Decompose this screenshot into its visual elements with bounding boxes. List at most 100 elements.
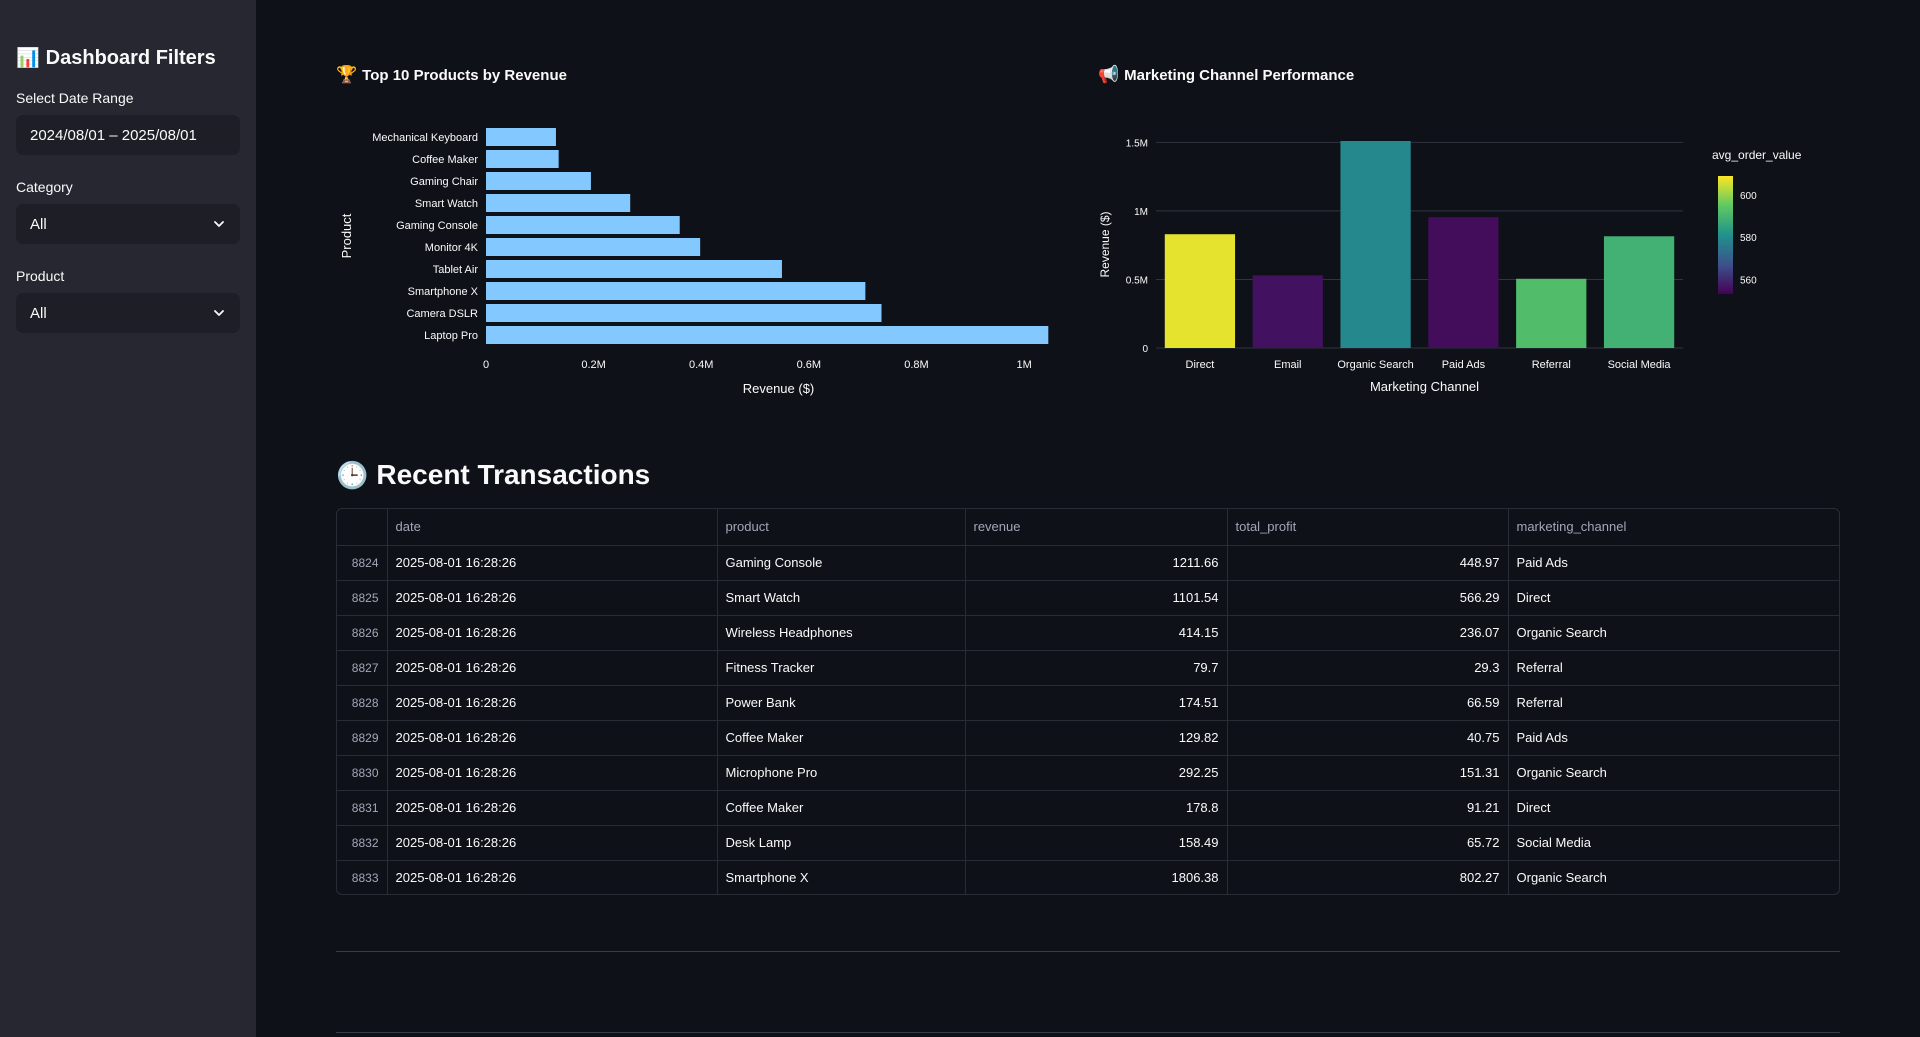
marketing-channel-cell[interactable]: Paid Ads [1508,720,1839,756]
revenue-cell[interactable]: 79.7 [965,650,1228,686]
bar-mechanical-keyboard [486,128,556,146]
trophy-icon: 🏆 [336,65,358,84]
table-row[interactable]: 8824 2025-08-01 16:28:26 Gaming Console 121… [337,545,1839,581]
revenue-cell[interactable]: 129.82 [965,720,1228,756]
revenue-cell[interactable]: 174.51 [965,685,1228,721]
x-tick-label: Paid Ads [1442,359,1486,371]
column-header-total-profit[interactable]: total_profit [1227,509,1509,546]
table-row[interactable]: 8829 2025-08-01 16:28:26 Coffee Maker 129.8… [337,720,1839,756]
bar-monitor-4k [486,238,701,256]
sidebar-title-text: Dashboard Filters [45,46,216,69]
total-profit-cell[interactable]: 448.97 [1227,545,1509,581]
date-cell[interactable]: 2025-08-01 16:28:26 [387,615,718,651]
row-index[interactable]: 8824 [337,545,388,581]
table-row[interactable]: 8827 2025-08-01 16:28:26 Fitness Tracker 79… [337,650,1839,686]
marketing-channel-cell[interactable]: Direct [1508,580,1839,616]
marketing-chart[interactable]: 0 0.5M 1M 1.5M Direct Email Organic Search Paid… [1098,96,1858,416]
product-cell[interactable]: Power Bank [717,685,966,721]
date-cell[interactable]: 2025-08-01 16:28:26 [387,650,718,686]
revenue-cell[interactable]: 292.25 [965,755,1228,791]
marketing-channel-cell[interactable]: Paid Ads [1508,545,1839,581]
y-tick-label: Coffee Maker [412,154,478,166]
date-range-input[interactable]: 2024/08/01 – 2025/08/01 [16,115,240,155]
marketing-chart-block: 📢 Marketing Channel Performance 0 0.5M 1M 1… [1098,54,1858,421]
marketing-channel-cell[interactable]: Referral [1508,685,1839,721]
column-header-product[interactable]: product [717,509,966,546]
row-index[interactable]: 8828 [337,685,388,721]
table-row[interactable]: 8833 2025-08-01 16:28:26 Smartphone X 1806.… [337,860,1839,894]
table-row[interactable]: 8826 2025-08-01 16:28:26 Wireless Headphon… [337,615,1839,651]
marketing-channel-cell[interactable]: Referral [1508,650,1839,686]
date-cell[interactable]: 2025-08-01 16:28:26 [387,790,718,826]
table-row[interactable]: 8832 2025-08-01 16:28:26 Desk Lamp 158.49 65… [337,825,1839,861]
recent-transactions-title-text: Recent Transactions [376,459,651,490]
total-profit-cell[interactable]: 151.31 [1227,755,1509,791]
row-index[interactable]: 8831 [337,790,388,826]
top-products-title-text: Top 10 Products by Revenue [362,66,567,84]
table-row[interactable]: 8830 2025-08-01 16:28:26 Microphone Pro 292… [337,755,1839,791]
total-profit-cell[interactable]: 66.59 [1227,685,1509,721]
y-tick-label: Smartphone X [408,286,479,298]
product-cell[interactable]: Smartphone X [717,860,966,894]
x-axis-label: Marketing Channel [1370,379,1479,394]
bar-tablet-air [486,260,782,278]
total-profit-cell[interactable]: 91.21 [1227,790,1509,826]
revenue-cell[interactable]: 414.15 [965,615,1228,651]
table-row[interactable]: 8828 2025-08-01 16:28:26 Power Bank 174.51 6… [337,685,1839,721]
total-profit-cell[interactable]: 40.75 [1227,720,1509,756]
colorbar-title: avg_order_value [1712,148,1802,162]
row-index[interactable]: 8829 [337,720,388,756]
column-header-revenue[interactable]: revenue [965,509,1228,546]
product-cell[interactable]: Microphone Pro [717,755,966,791]
product-cell[interactable]: Desk Lamp [717,825,966,861]
marketing-channel-cell[interactable]: Social Media [1508,825,1839,861]
date-cell[interactable]: 2025-08-01 16:28:26 [387,860,718,894]
product-select[interactable]: All [16,293,240,333]
row-index[interactable]: 8825 [337,580,388,616]
revenue-cell[interactable]: 1211.66 [965,545,1228,581]
category-select[interactable]: All [16,204,240,244]
product-cell[interactable]: Wireless Headphones [717,615,966,651]
date-cell[interactable]: 2025-08-01 16:28:26 [387,755,718,791]
table-row[interactable]: 8831 2025-08-01 16:28:26 Coffee Maker 178.8… [337,790,1839,826]
revenue-cell[interactable]: 1806.38 [965,860,1228,894]
column-header-marketing-channel[interactable]: marketing_channel [1508,509,1839,546]
column-header-date[interactable]: date [387,509,718,546]
total-profit-cell[interactable]: 65.72 [1227,825,1509,861]
x-tick-label: Social Media [1608,359,1672,371]
product-cell[interactable]: Gaming Console [717,545,966,581]
row-index[interactable]: 8832 [337,825,388,861]
date-cell[interactable]: 2025-08-01 16:28:26 [387,685,718,721]
bar-smartphone-x [486,282,866,300]
date-cell[interactable]: 2025-08-01 16:28:26 [387,720,718,756]
product-cell[interactable]: Coffee Maker [717,720,966,756]
transactions-table[interactable]: date product revenue total_profit market… [336,508,1840,895]
date-range-label: Select Date Range [16,90,134,106]
product-cell[interactable]: Coffee Maker [717,790,966,826]
row-index[interactable]: 8830 [337,755,388,791]
bar-gaming-console [486,216,680,234]
marketing-title-text: Marketing Channel Performance [1124,66,1355,84]
row-index[interactable]: 8827 [337,650,388,686]
total-profit-cell[interactable]: 29.3 [1227,650,1509,686]
revenue-cell[interactable]: 158.49 [965,825,1228,861]
table-row[interactable]: 8825 2025-08-01 16:28:26 Smart Watch 1101.5… [337,580,1839,616]
marketing-channel-cell[interactable]: Organic Search [1508,755,1839,791]
product-cell[interactable]: Smart Watch [717,580,966,616]
marketing-channel-cell[interactable]: Direct [1508,790,1839,826]
marketing-channel-cell[interactable]: Organic Search [1508,860,1839,894]
column-header-index[interactable] [337,509,388,546]
row-index[interactable]: 8826 [337,615,388,651]
total-profit-cell[interactable]: 566.29 [1227,580,1509,616]
top-products-chart[interactable]: Laptop Pro Camera DSLR Smartphone X Tablet … [336,96,1056,416]
date-cell[interactable]: 2025-08-01 16:28:26 [387,545,718,581]
total-profit-cell[interactable]: 236.07 [1227,615,1509,651]
revenue-cell[interactable]: 178.8 [965,790,1228,826]
product-cell[interactable]: Fitness Tracker [717,650,966,686]
date-cell[interactable]: 2025-08-01 16:28:26 [387,825,718,861]
date-cell[interactable]: 2025-08-01 16:28:26 [387,580,718,616]
marketing-channel-cell[interactable]: Organic Search [1508,615,1839,651]
row-index[interactable]: 8833 [337,860,388,894]
revenue-cell[interactable]: 1101.54 [965,580,1228,616]
total-profit-cell[interactable]: 802.27 [1227,860,1509,894]
